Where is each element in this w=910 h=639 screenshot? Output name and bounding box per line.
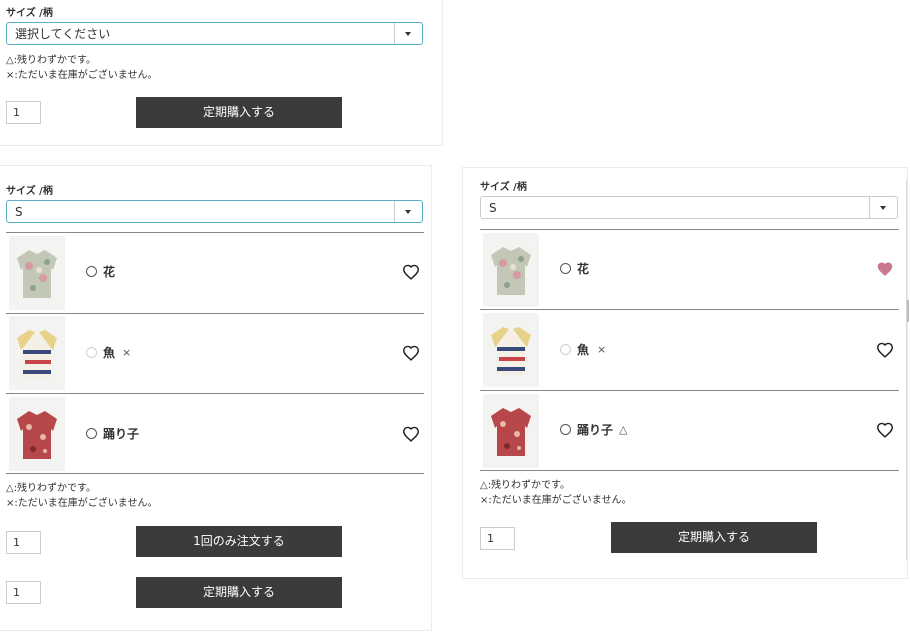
quantity-input[interactable]: 1	[6, 581, 41, 604]
chevron-down-icon[interactable]	[394, 23, 422, 44]
radio-icon	[560, 344, 571, 355]
shirt-image-fish	[483, 313, 539, 387]
radio-icon[interactable]	[86, 266, 97, 277]
out-of-stock-note: ×:ただいま在庫がございません。	[6, 498, 158, 509]
subscribe-button[interactable]: 定期購入する	[136, 97, 342, 128]
radio-icon[interactable]	[560, 424, 571, 435]
size-pattern-select[interactable]: 選択してください	[6, 22, 423, 45]
variant-panel-2: サイズ /柄 S 花 魚 × 踊り子 △:残りわずかです。 ×:ただいま在庫がご…	[0, 165, 432, 631]
divider	[480, 390, 899, 391]
divider	[6, 393, 424, 394]
shirt-image-flower	[9, 236, 65, 310]
select-value: S	[15, 205, 23, 219]
size-pattern-select[interactable]: S	[6, 200, 423, 223]
shirt-image-fish	[9, 316, 65, 390]
heart-outline-icon[interactable]	[402, 426, 420, 442]
variant-panel-3: サイズ /柄 S 花 魚 × 踊り子 △ △:残りわずかです。 ×:ただいま在庫…	[462, 167, 908, 579]
radio-icon	[86, 347, 97, 358]
low-stock-note: △:残りわずかです。	[6, 483, 97, 494]
divider	[6, 473, 424, 474]
size-pattern-label: サイズ /柄	[6, 186, 53, 197]
heart-outline-icon[interactable]	[402, 264, 420, 280]
quantity-input[interactable]: 1	[6, 531, 41, 554]
out-of-stock-note: ×:ただいま在庫がございません。	[6, 70, 158, 81]
heart-outline-icon[interactable]	[402, 345, 420, 361]
low-stock-note: △:残りわずかです。	[480, 480, 571, 491]
divider	[6, 232, 424, 233]
heart-outline-icon[interactable]	[876, 422, 894, 438]
scrollbar-thumb[interactable]	[907, 300, 909, 322]
shirt-image-flower	[483, 233, 539, 307]
heart-outline-icon[interactable]	[876, 342, 894, 358]
pattern-name: 踊り子	[577, 423, 614, 437]
pattern-name: 踊り子	[103, 427, 140, 441]
pattern-name: 魚	[103, 346, 116, 360]
quantity-input[interactable]: 1	[6, 101, 41, 124]
out-of-stock-note: ×:ただいま在庫がございません。	[480, 495, 632, 506]
low-stock-note: △:残りわずかです。	[6, 55, 97, 66]
chevron-down-icon[interactable]	[394, 201, 422, 222]
subscribe-button[interactable]: 定期購入する	[136, 577, 342, 608]
size-pattern-label: サイズ /柄	[480, 182, 527, 193]
divider	[480, 309, 899, 310]
heart-filled-icon[interactable]	[876, 261, 894, 277]
radio-icon[interactable]	[560, 263, 571, 274]
quantity-input[interactable]: 1	[480, 527, 515, 550]
divider	[6, 313, 424, 314]
pattern-name: 花	[103, 265, 116, 279]
subscribe-button[interactable]: 定期購入する	[611, 522, 817, 553]
one-time-order-button[interactable]: 1回のみ注文する	[136, 526, 342, 557]
pattern-name: 魚	[577, 343, 590, 357]
select-value: S	[489, 201, 497, 215]
shirt-image-dancer	[483, 394, 539, 468]
radio-icon[interactable]	[86, 428, 97, 439]
select-value: 選択してください	[15, 27, 111, 41]
variant-panel-1: サイズ /柄 選択してください △:残りわずかです。 ×:ただいま在庫がございま…	[0, 0, 443, 146]
divider	[480, 229, 899, 230]
chevron-down-icon[interactable]	[869, 197, 897, 218]
pattern-name: 花	[577, 262, 590, 276]
size-pattern-label: サイズ /柄	[6, 8, 53, 19]
shirt-image-dancer	[9, 397, 65, 471]
divider	[480, 470, 899, 471]
size-pattern-select[interactable]: S	[480, 196, 898, 219]
stock-mark: ×	[122, 346, 132, 359]
scrollbar[interactable]	[906, 180, 907, 560]
stock-mark: △	[619, 423, 628, 436]
stock-mark: ×	[597, 343, 607, 356]
